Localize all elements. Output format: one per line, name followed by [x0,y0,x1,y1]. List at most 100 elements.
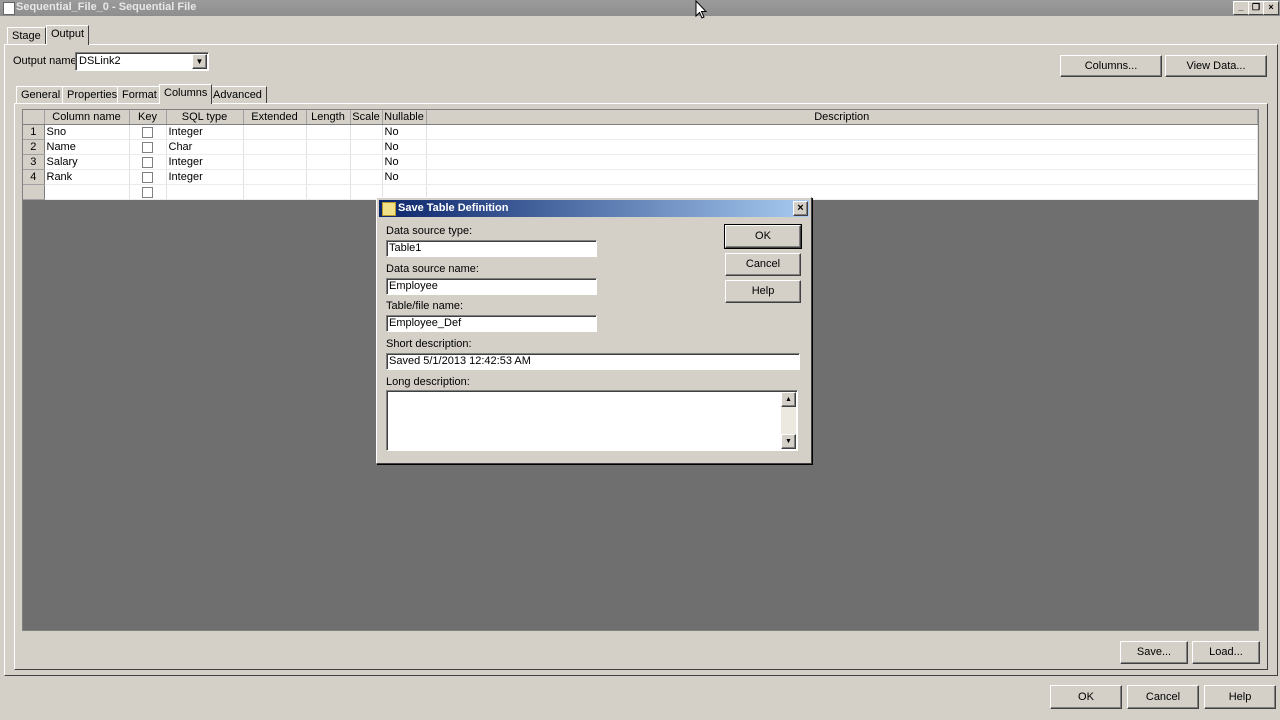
cell-description[interactable] [426,169,1258,185]
help-button[interactable]: Help [1204,685,1276,709]
minimize-icon[interactable]: _ [1233,1,1249,15]
cell-sql-type[interactable]: Integer [166,154,244,170]
columns-button[interactable]: Columns... [1060,55,1162,77]
chevron-down-icon[interactable]: ▼ [192,54,207,69]
cell-extended[interactable] [243,139,307,155]
tab-columns[interactable]: Columns [159,84,213,104]
key-checkbox[interactable] [142,141,153,153]
cell-extended[interactable] [243,154,307,170]
cell-extended[interactable] [243,169,307,185]
cell-length[interactable] [306,154,351,170]
tab-advanced[interactable]: Advanced [208,86,267,104]
long-description-scrollbar[interactable]: ▲ ▼ [781,392,796,449]
cell-sql-type[interactable] [166,184,244,200]
cell-length[interactable] [306,124,351,140]
close-icon[interactable]: × [1263,1,1279,15]
tab-output[interactable]: Output [46,25,90,45]
short-description-input[interactable]: Saved 5/1/2013 12:42:53 AM [386,353,800,370]
window-title: Sequential_File_0 - Sequential File [16,1,197,13]
row-number: 4 [23,169,45,185]
table-row[interactable]: 2 Name Char No [23,139,1258,155]
row-number-header [23,110,45,125]
long-description-textarea[interactable]: ▲ ▼ [386,390,798,451]
cell-scale[interactable] [350,169,383,185]
header-sql-type[interactable]: SQL type [166,110,244,125]
cell-key[interactable] [129,139,167,155]
cell-nullable[interactable]: No [382,169,427,185]
window-icon [3,2,15,15]
cell-column-name[interactable]: Rank [44,169,130,185]
output-name-select[interactable]: DSLink2 ▼ [75,52,209,71]
dialog-cancel-button[interactable]: Cancel [725,253,801,276]
key-checkbox[interactable] [142,186,153,198]
key-checkbox[interactable] [142,171,153,183]
table-definition-icon [382,202,396,216]
short-description-label: Short description: [386,338,472,350]
key-checkbox[interactable] [142,126,153,138]
load-button[interactable]: Load... [1192,641,1260,664]
cell-column-name[interactable] [44,184,130,200]
table-row[interactable]: 3 Salary Integer No [23,154,1258,170]
cell-nullable[interactable]: No [382,139,427,155]
cell-sql-type[interactable]: Integer [166,169,244,185]
cell-column-name[interactable]: Name [44,139,130,155]
dialog-title: Save Table Definition [398,202,509,214]
table-file-name-input[interactable]: Employee_Def [386,315,597,332]
scroll-down-icon[interactable]: ▼ [781,434,796,449]
tab-stage[interactable]: Stage [7,27,46,45]
dialog-ok-button[interactable]: OK [724,224,802,249]
table-row[interactable]: 4 Rank Integer No [23,169,1258,185]
cell-nullable[interactable]: No [382,154,427,170]
cell-extended[interactable] [243,184,307,200]
cell-length[interactable] [306,184,351,200]
cell-length[interactable] [306,139,351,155]
row-number: 1 [23,124,45,140]
save-table-definition-dialog: Save Table Definition × Data source type… [376,197,812,464]
table-row[interactable]: 1 Sno Integer No [23,124,1258,140]
row-number: 3 [23,154,45,170]
dialog-close-icon[interactable]: × [793,201,808,216]
header-scale[interactable]: Scale [350,110,383,125]
cell-column-name[interactable]: Sno [44,124,130,140]
header-length[interactable]: Length [306,110,351,125]
cell-sql-type[interactable]: Char [166,139,244,155]
tab-general[interactable]: General [16,86,66,104]
cancel-button[interactable]: Cancel [1127,685,1199,709]
header-extended[interactable]: Extended [243,110,307,125]
dialog-title-bar: Save Table Definition × [379,200,809,217]
dialog-help-button[interactable]: Help [725,280,801,303]
cell-key[interactable] [129,184,167,200]
long-description-label: Long description: [386,376,470,388]
table-header-row: Column name Key SQL type Extended Length… [23,110,1258,125]
header-description[interactable]: Description [426,110,1258,125]
data-source-name-input[interactable]: Employee [386,278,597,295]
cell-key[interactable] [129,169,167,185]
cell-nullable[interactable]: No [382,124,427,140]
cell-sql-type[interactable]: Integer [166,124,244,140]
cell-description[interactable] [426,124,1258,140]
header-key[interactable]: Key [129,110,167,125]
view-data-button[interactable]: View Data... [1165,55,1267,77]
cell-key[interactable] [129,124,167,140]
ok-button[interactable]: OK [1050,685,1122,709]
header-column-name[interactable]: Column name [44,110,130,125]
cell-scale[interactable] [350,154,383,170]
cell-description[interactable] [426,139,1258,155]
cell-column-name[interactable]: Salary [44,154,130,170]
cell-scale[interactable] [350,124,383,140]
title-bar: Sequential_File_0 - Sequential File _ ❐ … [0,0,1280,16]
data-source-type-input[interactable]: Table1 [386,240,597,257]
cell-extended[interactable] [243,124,307,140]
header-nullable[interactable]: Nullable [382,110,427,125]
cell-description[interactable] [426,154,1258,170]
restore-icon[interactable]: ❐ [1248,1,1264,15]
save-button[interactable]: Save... [1120,641,1188,664]
tab-format[interactable]: Format [117,86,162,104]
cell-scale[interactable] [350,139,383,155]
scroll-up-icon[interactable]: ▲ [781,392,796,407]
tab-properties[interactable]: Properties [62,86,123,104]
mouse-cursor-icon [695,0,707,19]
key-checkbox[interactable] [142,156,153,168]
cell-key[interactable] [129,154,167,170]
cell-length[interactable] [306,169,351,185]
